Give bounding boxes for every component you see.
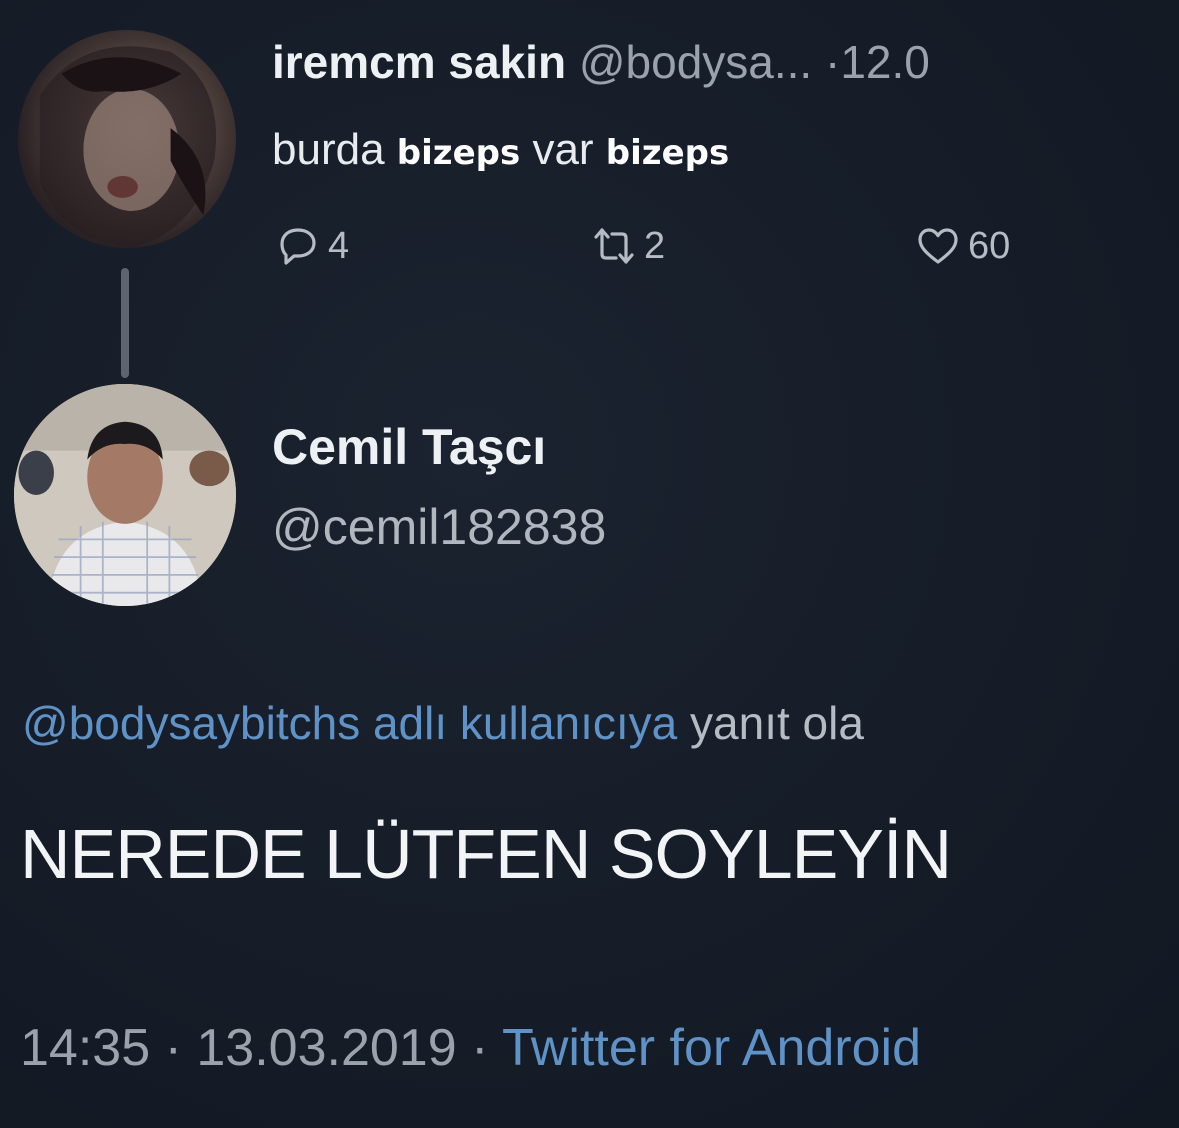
thread-connector-line (121, 268, 129, 378)
parent-display-name[interactable]: iremcm sakin (272, 36, 566, 88)
tweet-client-link[interactable]: Twitter for Android (502, 1019, 921, 1077)
tweet-meta: 14:35 · 13.03.2019 · Twitter for Android (20, 1018, 921, 1078)
parent-text-sticker: bizeps (605, 133, 730, 173)
reply-to-line: @bodysaybitchs adlı kullanıcıya yanıt ol… (22, 696, 864, 750)
parent-time[interactable]: 12.0 (840, 36, 930, 88)
reply-icon (280, 228, 316, 265)
meta-separator: · (164, 1019, 182, 1077)
avatar-photo (14, 384, 236, 606)
like-icon (918, 228, 958, 264)
reply-count: 4 (328, 224, 350, 267)
parent-text-sticker: bizeps (396, 133, 521, 173)
tweet-screenshot: iremcm sakin @bodysa... ·12.0 burda bize… (0, 0, 1179, 1128)
avatar-photo (39, 46, 217, 248)
parent-time-separator: · (825, 36, 841, 88)
tweet-date[interactable]: 13.03.2019 (196, 1019, 456, 1077)
reply-handle[interactable]: @cemil182838 (272, 498, 606, 556)
like-count: 60 (968, 224, 1011, 267)
tweet-time[interactable]: 14:35 (20, 1019, 150, 1077)
retweet-count: 2 (644, 224, 666, 267)
parent-tweet-header: iremcm sakin @bodysa... ·12.0 (272, 30, 930, 94)
reply-tweet-text: NEREDE LÜTFEN SOYLEYİN (20, 815, 952, 893)
parent-text-word: burda (272, 125, 385, 174)
reply-to-text: yanıt ola (690, 697, 864, 749)
parent-text-word: var (532, 125, 594, 174)
avatar-iremcm[interactable] (18, 30, 236, 248)
meta-separator: · (471, 1019, 489, 1077)
retweet-action[interactable]: 2 (590, 222, 665, 270)
parent-handle[interactable]: @bodysa... (579, 36, 812, 88)
parent-tweet-text: burda bizeps var bizeps (272, 118, 729, 185)
reply-display-name[interactable]: Cemil Taşcı (272, 418, 546, 476)
avatar-cemil[interactable] (14, 384, 236, 606)
like-action[interactable]: 60 (914, 222, 1010, 270)
reply-to-mention-link[interactable]: @bodysaybitchs adlı kullanıcıya (22, 697, 677, 749)
retweet-icon (594, 228, 634, 264)
reply-action[interactable]: 4 (274, 222, 349, 270)
